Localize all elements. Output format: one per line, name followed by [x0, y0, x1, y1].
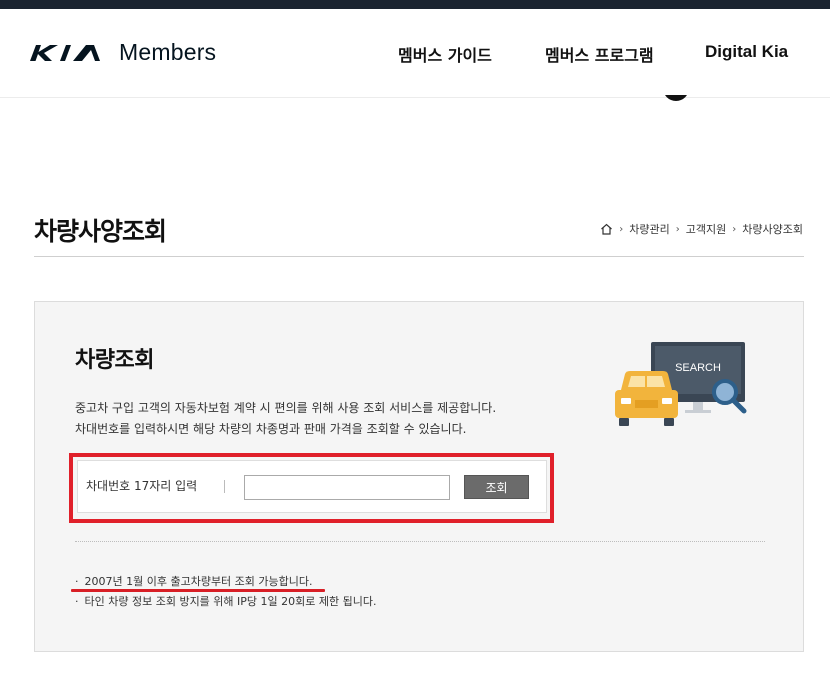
- note-text: 타인 차량 정보 조회 방지를 위해 IP당 1일 20회로 제한 됩니다.: [84, 595, 377, 608]
- breadcrumb-item-current: 차량사양조회: [742, 223, 803, 236]
- breadcrumb-separator-icon: ›: [675, 223, 680, 235]
- home-icon[interactable]: [600, 223, 613, 235]
- vin-search-form: 차대번호 17자리 입력 조회: [77, 460, 547, 513]
- note-text: 2007년 1월 이후 출고차량부터 조회 가능합니다.: [84, 575, 313, 588]
- breadcrumb-item-customer-support[interactable]: 고객지원: [686, 221, 726, 237]
- dotted-divider: [75, 541, 765, 542]
- nav-members-guide[interactable]: 멤버스 가이드: [398, 42, 492, 66]
- vin-input[interactable]: [244, 475, 450, 500]
- note-item: · 타인 차량 정보 조회 방지를 위해 IP당 1일 20회로 제한 됩니다.: [75, 592, 376, 612]
- breadcrumb: › 차량관리 › 고객지원 › 차량사양조회: [600, 221, 803, 237]
- lookup-button[interactable]: 조회: [464, 475, 529, 499]
- title-divider: [34, 256, 804, 257]
- label-divider: [224, 480, 225, 493]
- nav-digital-kia[interactable]: Digital Kia: [705, 42, 788, 62]
- breadcrumb-separator-icon: ›: [619, 223, 624, 235]
- top-bar: [0, 0, 830, 9]
- brand-name: Members: [119, 39, 217, 65]
- bullet-icon: ·: [75, 575, 79, 588]
- car-search-illustration: SEARCH: [613, 342, 758, 436]
- nav-members-program[interactable]: 멤버스 프로그램: [545, 42, 654, 66]
- vin-input-label: 차대번호 17자리 입력: [86, 479, 198, 493]
- notes-list: · 2007년 1월 이후 출고차량부터 조회 가능합니다. · 타인 차량 정보 …: [71, 572, 376, 612]
- page-title: 차량사양조회: [34, 217, 167, 246]
- site-header: Members 멤버스 가이드 멤버스 프로그램 Digital Kia: [0, 9, 830, 98]
- panel-description: 중고차 구입 고객의 자동차보험 계약 시 편의를 위해 사용 조회 서비스를 …: [75, 398, 496, 440]
- kia-logo-mark: [30, 44, 100, 61]
- breadcrumb-separator-icon: ›: [732, 223, 737, 235]
- panel-title: 차량조회: [75, 348, 154, 373]
- kia-logo[interactable]: Members: [28, 39, 216, 66]
- vehicle-lookup-panel: 차량조회 중고차 구입 고객의 자동차보험 계약 시 편의를 위해 사용 조회 …: [34, 301, 804, 652]
- car-search-icon: SEARCH: [615, 342, 747, 426]
- bullet-icon: ·: [75, 595, 79, 608]
- description-line: 중고차 구입 고객의 자동차보험 계약 시 편의를 위해 사용 조회 서비스를 …: [75, 401, 497, 415]
- breadcrumb-item-vehicle-management[interactable]: 차량관리: [629, 221, 669, 237]
- illustration-search-text: SEARCH: [675, 362, 721, 374]
- note-item: · 2007년 1월 이후 출고차량부터 조회 가능합니다.: [71, 572, 376, 592]
- description-line: 차대번호를 입력하시면 해당 차량의 차종명과 판매 가격을 조회할 수 있습니…: [75, 422, 467, 436]
